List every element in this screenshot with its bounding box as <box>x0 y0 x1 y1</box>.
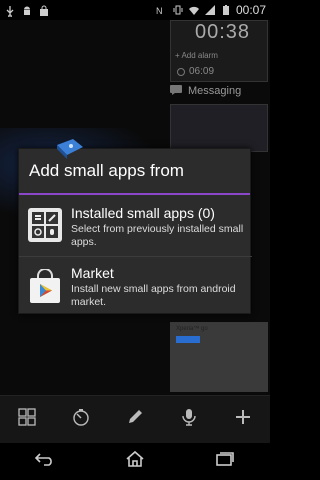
small-app-tab-icon <box>55 139 85 161</box>
small-apps-toolbar <box>0 395 270 443</box>
market-description: Install new small apps from android mark… <box>71 283 236 308</box>
clock-widget-thumb[interactable]: 00:38 + Add alarm 06:09 <box>170 20 268 82</box>
clock-time: 00:38 <box>195 21 251 43</box>
small-apps-grid-button[interactable] <box>12 405 42 435</box>
status-time: 00:07 <box>235 3 266 17</box>
add-small-apps-dialog: Add small apps from Installed small apps… <box>18 139 252 315</box>
voice-recorder-button[interactable] <box>174 405 204 435</box>
status-bar: N 00:07 <box>0 0 270 20</box>
plus-icon <box>234 408 252 431</box>
recent-apps-icon <box>215 451 235 472</box>
play-store-bag-icon <box>27 268 63 305</box>
svg-text:N: N <box>156 6 163 16</box>
messaging-icon <box>170 82 182 100</box>
alarm-time: 06:09 <box>189 66 215 77</box>
messaging-thumb[interactable] <box>170 104 268 152</box>
xperia-thumb-button <box>176 336 200 343</box>
signal-icon <box>204 4 216 16</box>
small-apps-grid-icon <box>18 408 36 431</box>
market-option[interactable]: Market Install new small apps from andro… <box>19 257 252 315</box>
xperia-label: Xperia™ go <box>176 326 208 332</box>
timer-button[interactable] <box>66 405 96 435</box>
back-button[interactable] <box>27 447 63 477</box>
vibrate-icon <box>172 4 184 16</box>
microphone-icon <box>180 408 198 431</box>
xperia-thumb[interactable]: Xperia™ go <box>170 322 268 392</box>
timer-icon <box>72 408 90 431</box>
market-title: Market <box>71 265 114 281</box>
add-alarm-label: + Add alarm <box>175 51 218 60</box>
installed-small-apps-title: Installed small apps (0) <box>71 205 215 221</box>
android-debug-icon <box>21 4 33 16</box>
battery-icon <box>220 4 232 16</box>
back-icon <box>34 452 56 471</box>
home-button[interactable] <box>117 447 153 477</box>
messaging-label: Messaging <box>188 85 242 97</box>
home-icon <box>125 450 145 473</box>
pencil-icon <box>126 408 144 431</box>
dialog-title: Add small apps from <box>29 161 184 180</box>
add-small-app-button[interactable] <box>228 405 258 435</box>
navigation-bar <box>0 443 270 480</box>
usb-icon <box>4 4 16 18</box>
wifi-icon <box>188 4 200 16</box>
alarm-clock-icon <box>177 68 185 76</box>
shopping-bag-icon <box>38 4 50 16</box>
messaging-thumb-header: Messaging <box>170 82 268 100</box>
note-button[interactable] <box>120 405 150 435</box>
small-apps-grid-icon <box>27 207 63 243</box>
nfc-icon: N <box>156 4 168 16</box>
dialog-header: Add small apps from <box>19 149 250 195</box>
installed-small-apps-description: Select from previously installed small a… <box>71 223 244 248</box>
installed-small-apps-option[interactable]: Installed small apps (0) Select from pre… <box>19 197 252 255</box>
recent-apps-button[interactable] <box>207 447 243 477</box>
